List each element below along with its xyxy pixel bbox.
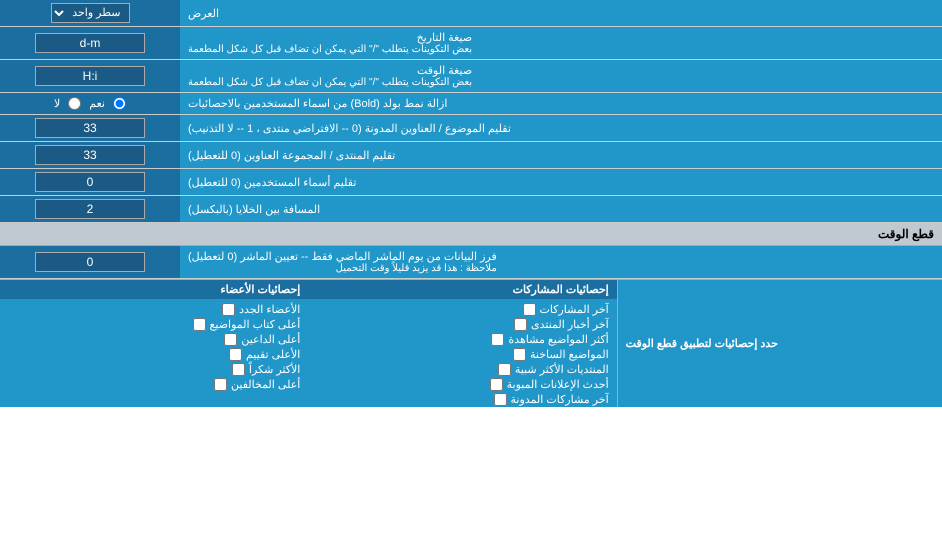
posts-stats-header: إحصائيات المشاركات [308,280,616,299]
checkbox-latest-posts: آخر المشاركات [308,302,616,317]
forum-trim-row: تقليم المنتدى / المجموعة العناوين (0 للت… [0,142,942,169]
forum-trim-field[interactable] [35,145,145,165]
bold-radio-group[interactable]: نعم لا [0,93,180,114]
display-label: العرض [180,0,942,26]
forum-trim-label: تقليم المنتدى / المجموعة العناوين (0 للت… [180,142,942,168]
cb-forum-news[interactable] [514,318,527,331]
cell-spacing-input[interactable] [0,196,180,222]
date-format-label: صيغة التاريخ بعض التكوينات يتطلب "/" الت… [180,27,942,59]
date-format-input[interactable] [0,27,180,59]
cb-top-violators[interactable] [214,378,227,391]
checkbox-hot-topics: المواضيع الساخنة [308,347,616,362]
date-format-field[interactable] [35,33,145,53]
time-format-label: صيغة الوقت بعض التكوينات يتطلب "/" التي … [180,60,942,92]
user-trim-input[interactable] [0,169,180,195]
checkbox-classifieds: أحدث الإعلانات المبوبة [308,377,616,392]
cb-new-members[interactable] [222,303,235,316]
members-stats-header: إحصائيات الأعضاء [0,280,308,299]
cb-blog-posts[interactable] [494,393,507,406]
checkbox-section: حدد إحصائيات لتطبيق قطع الوقت إحصائيات ا… [0,279,942,407]
display-row: العرض سطر واحد متعدد [0,0,942,27]
cb-hot-topics[interactable] [513,348,526,361]
time-format-field[interactable] [35,66,145,86]
topic-trim-row: تقليم الموضوع / العناوين المدونة (0 -- ا… [0,115,942,142]
forum-trim-input[interactable] [0,142,180,168]
cutoff-section-header: قطع الوقت [0,223,942,246]
cutoff-row: فرز البيانات من يوم الماشر الماضي فقط --… [0,246,942,279]
cb-top-rated[interactable] [229,348,242,361]
cb-most-similar[interactable] [498,363,511,376]
bold-label: ازالة نمط بولد (Bold) من اسماء المستخدمي… [180,93,942,114]
checkbox-forum-news: آخر أخبار المنتدى [308,317,616,332]
cb-most-viewed[interactable] [491,333,504,346]
bold-row: ازالة نمط بولد (Bold) من اسماء المستخدمي… [0,93,942,115]
topic-trim-field[interactable] [35,118,145,138]
cb-most-thanked[interactable] [232,363,245,376]
bold-yes-radio[interactable] [113,97,126,110]
checkbox-top-authors: أعلى كتاب المواضيع [0,317,308,332]
checkbox-top-violators: أعلى المخالفين [0,377,308,392]
members-stats-col: إحصائيات الأعضاء الأعضاء الجدد أعلى كتاب… [0,280,308,407]
display-input[interactable]: سطر واحد متعدد [0,0,180,26]
bold-no-radio[interactable] [68,97,81,110]
time-format-input[interactable] [0,60,180,92]
cell-spacing-field[interactable] [35,199,145,219]
topic-trim-label: تقليم الموضوع / العناوين المدونة (0 -- ا… [180,115,942,141]
date-format-row: صيغة التاريخ بعض التكوينات يتطلب "/" الت… [0,27,942,60]
stats-header-area: حدد إحصائيات لتطبيق قطع الوقت [618,280,942,407]
cell-spacing-row: المسافة بين الخلايا (بالبكسل) [0,196,942,223]
time-format-row: صيغة الوقت بعض التكوينات يتطلب "/" التي … [0,60,942,93]
cb-latest-posts[interactable] [523,303,536,316]
checkbox-top-rated: الأعلى تقييم [0,347,308,362]
checkbox-blog-posts: آخر مشاركات المدونة [308,392,616,407]
cutoff-label: فرز البيانات من يوم الماشر الماضي فقط --… [180,246,942,278]
cutoff-field[interactable] [35,252,145,272]
user-trim-row: تقليم أسماء المستخدمين (0 للتعطيل) [0,169,942,196]
checkbox-most-viewed: أكثر المواضيع مشاهدة [308,332,616,347]
cell-spacing-label: المسافة بين الخلايا (بالبكسل) [180,196,942,222]
user-trim-field[interactable] [35,172,145,192]
checkbox-new-members: الأعضاء الجدد [0,302,308,317]
posts-stats-col: إحصائيات المشاركات آخر المشاركات آخر أخب… [308,280,617,407]
checkbox-top-inviters: أعلى الداعين [0,332,308,347]
user-trim-label: تقليم أسماء المستخدمين (0 للتعطيل) [180,169,942,195]
cb-top-inviters[interactable] [224,333,237,346]
cutoff-input[interactable] [0,246,180,278]
checkbox-most-thanked: الأكثر شكراً [0,362,308,377]
display-select[interactable]: سطر واحد متعدد [51,3,130,23]
topic-trim-input[interactable] [0,115,180,141]
checkbox-most-similar: المنتديات الأكثر شبية [308,362,616,377]
cb-classifieds[interactable] [490,378,503,391]
cb-top-authors[interactable] [193,318,206,331]
